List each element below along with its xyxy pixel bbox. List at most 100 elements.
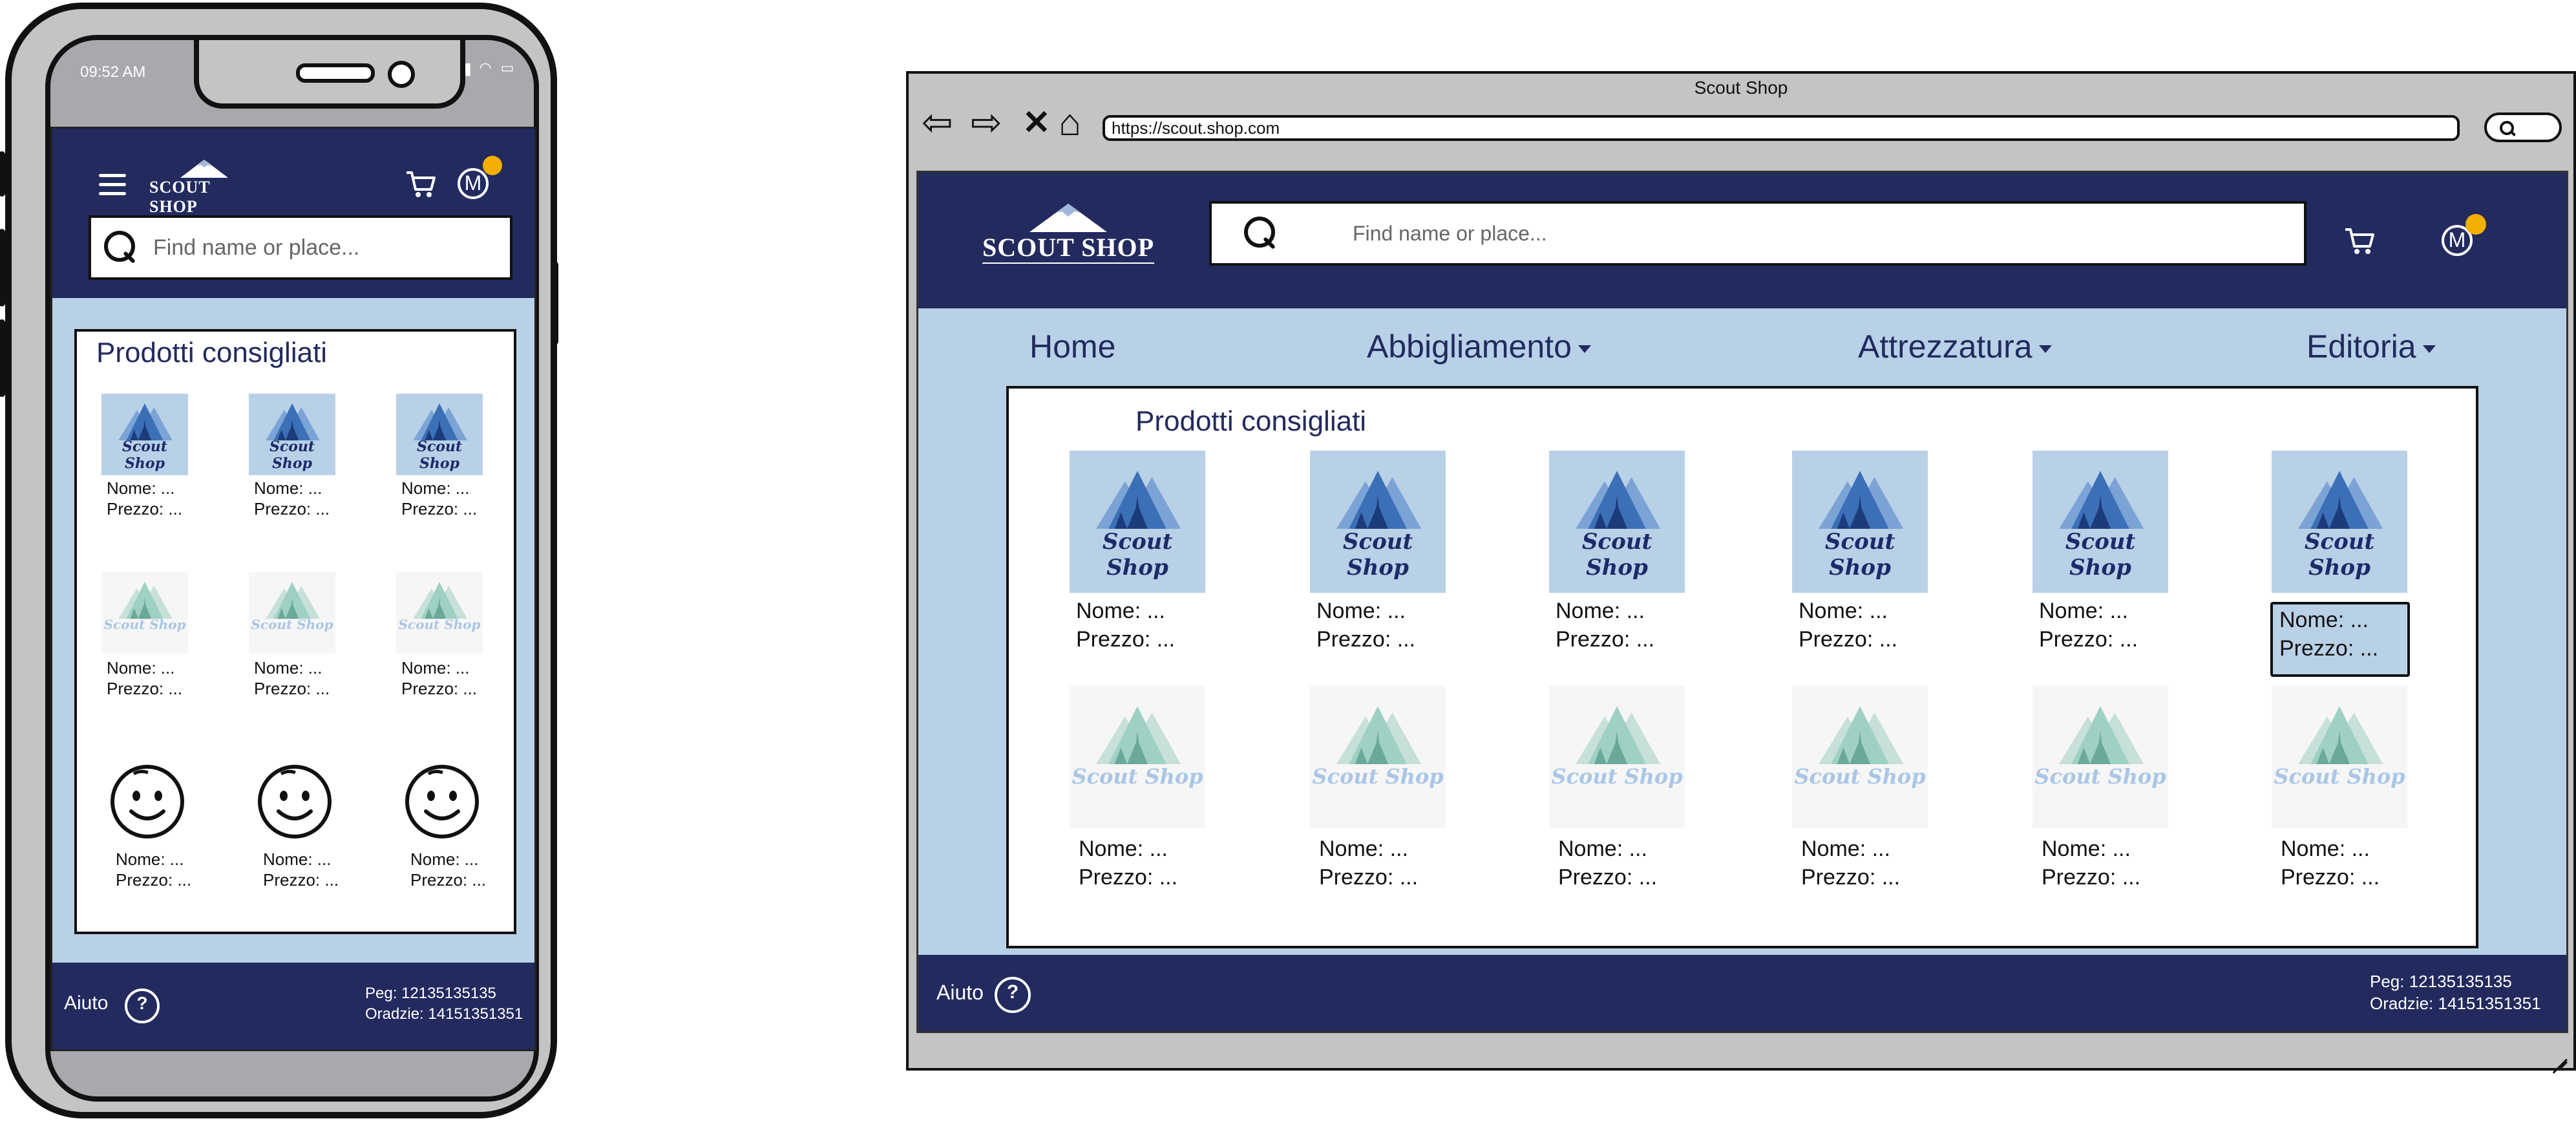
product-info[interactable]: Nome: ... Prezzo: ...: [116, 849, 191, 890]
hamburger-icon[interactable]: [99, 174, 126, 196]
resize-handle[interactable]: [2550, 1046, 2568, 1074]
product-image[interactable]: Scout Shop: [1070, 686, 1205, 828]
cart-icon[interactable]: [405, 169, 436, 198]
product-info[interactable]: Nome: ... Prezzo: ...: [107, 478, 182, 519]
product-info[interactable]: Nome: ... Prezzo: ...: [1558, 835, 1657, 891]
contact-peg: Peg: 12135135135: [365, 985, 496, 1002]
browser-search-field[interactable]: [2484, 112, 2562, 142]
nav-home[interactable]: Home: [1029, 328, 1115, 365]
product-name: Nome: ...: [116, 849, 184, 869]
product-image[interactable]: Scout Shop: [2032, 686, 2168, 828]
nav-attrezzatura[interactable]: Attrezzatura: [1858, 328, 2052, 365]
product-image[interactable]: Scout Shop: [2272, 451, 2407, 593]
product-name: Nome: ...: [2281, 837, 2370, 861]
product-info[interactable]: Nome: ... Prezzo: ...: [1801, 835, 1900, 891]
product-image[interactable]: Scout Shop: [1549, 686, 1685, 828]
close-icon[interactable]: ✕: [1022, 103, 1051, 142]
product-name: Nome: ...: [1319, 837, 1408, 861]
front-camera: [388, 61, 415, 88]
product-image[interactable]: Scout Shop: [1792, 686, 1928, 828]
product-image[interactable]: Scout Shop: [249, 572, 335, 654]
product-info[interactable]: Nome: ... Prezzo: ...: [1319, 835, 1418, 891]
product-image[interactable]: Scout Shop: [1070, 451, 1205, 593]
cart-icon[interactable]: [2344, 226, 2375, 255]
product-price: Prezzo: ...: [2281, 865, 2380, 890]
phone-volume-up-button: [0, 229, 5, 306]
home-icon[interactable]: ⌂: [1059, 103, 1081, 142]
product-info[interactable]: Nome: ... Prezzo: ...: [1316, 597, 1415, 654]
search-input[interactable]: Find name or place...: [153, 235, 359, 261]
product-image[interactable]: Scout Shop: [2032, 451, 2168, 593]
product-price: Prezzo: ...: [401, 499, 478, 518]
avatar-letter: M: [464, 171, 482, 195]
product-info[interactable]: Nome: ... Prezzo: ...: [107, 657, 182, 699]
product-info[interactable]: Nome: ... Prezzo: ...: [401, 478, 477, 519]
phone-footer: Aiuto ? Peg: 12135135135 Oradzie: 141513…: [52, 963, 534, 1049]
product-info[interactable]: Nome: ... Prezzo: ...: [2042, 835, 2140, 891]
product-image[interactable]: Scout Shop: [396, 394, 483, 475]
product-brand: Scout Shop: [1794, 764, 1926, 789]
product-image[interactable]: Scout Shop: [249, 394, 335, 475]
product-image[interactable]: Scout Shop: [101, 394, 188, 475]
url-bar[interactable]: https://scout.shop.com: [1103, 115, 2460, 141]
forward-arrow-icon[interactable]: ⇨: [971, 103, 1002, 142]
product-brand: Scout Shop: [2065, 529, 2136, 581]
section-title: Prodotti consigliati: [96, 337, 328, 368]
notification-badge: [2465, 214, 2486, 235]
phone-volume-down-button: [0, 319, 5, 397]
logo[interactable]: SCOUT SHOP: [149, 160, 259, 218]
product-info[interactable]: Nome: ... Prezzo: ...: [1556, 597, 1654, 654]
search-icon: [101, 228, 140, 267]
phone-power-button: [551, 261, 558, 345]
smiley-icon[interactable]: [403, 762, 481, 844]
product-info[interactable]: Nome: ... Prezzo: ...: [2279, 606, 2378, 663]
product-info[interactable]: Nome: ... Prezzo: ...: [254, 657, 330, 699]
search-bar[interactable]: Find name or place...: [1209, 201, 2307, 266]
product-name: Nome: ...: [254, 658, 322, 678]
help-icon[interactable]: ?: [125, 988, 160, 1023]
product-info[interactable]: Nome: ... Prezzo: ...: [1079, 835, 1177, 891]
product-image[interactable]: Scout Shop: [1549, 451, 1685, 593]
nav-abbigliamento[interactable]: Abbigliamento: [1367, 328, 1591, 365]
product-info[interactable]: Nome: ... Prezzo: ...: [1076, 597, 1175, 654]
help-icon[interactable]: ?: [995, 977, 1031, 1013]
product-brand: Scout Shop: [2034, 764, 2166, 789]
logo[interactable]: SCOUT SHOP: [978, 204, 1159, 264]
product-info[interactable]: Nome: ... Prezzo: ...: [2281, 835, 2380, 891]
search-bar[interactable]: Find name or place...: [89, 215, 512, 280]
product-price: Prezzo: ...: [1801, 865, 1901, 890]
mountain-logo-icon: [1029, 204, 1107, 232]
product-info[interactable]: Nome: ... Prezzo: ...: [263, 849, 339, 890]
help-link[interactable]: Aiuto: [936, 981, 984, 1005]
product-info[interactable]: Nome: ... Prezzo: ...: [254, 478, 330, 519]
nav-attrezzatura-label: Attrezzatura: [1858, 328, 2032, 365]
recommended-products-panel: Prodotti consigliati Scout Shop Nome: ...…: [1006, 386, 2478, 948]
product-image[interactable]: Scout Shop: [396, 572, 483, 654]
product-image[interactable]: Scout Shop: [1310, 451, 1446, 593]
product-info[interactable]: Nome: ... Prezzo: ...: [410, 849, 486, 890]
product-image[interactable]: Scout Shop: [1792, 451, 1928, 593]
product-image[interactable]: Scout Shop: [1310, 686, 1446, 828]
product-name: Nome: ...: [1076, 599, 1165, 623]
product-image[interactable]: Scout Shop: [2272, 686, 2407, 828]
product-price: Prezzo: ...: [1556, 627, 1655, 652]
product-name: Nome: ...: [2042, 837, 2131, 861]
smiley-icon[interactable]: [255, 762, 334, 844]
avatar-icon[interactable]: M: [456, 156, 502, 201]
product-price: Prezzo: ...: [116, 870, 192, 890]
back-arrow-icon[interactable]: ⇦: [922, 103, 953, 142]
smiley-icon[interactable]: [108, 762, 187, 844]
mountain-logo-icon: [180, 160, 228, 178]
product-image[interactable]: Scout Shop: [101, 572, 188, 654]
product-brand: Scout Shop: [1312, 764, 1444, 789]
product-price: Prezzo: ...: [254, 679, 330, 698]
product-info[interactable]: Nome: ... Prezzo: ...: [401, 657, 477, 699]
product-info[interactable]: Nome: ... Prezzo: ...: [2039, 597, 2138, 654]
avatar-icon[interactable]: M: [2440, 214, 2486, 258]
search-input[interactable]: Find name or place...: [1353, 222, 1547, 246]
nav-editoria[interactable]: Editoria: [2307, 328, 2436, 365]
chevron-down-icon: [1578, 345, 1591, 353]
product-price: Prezzo: ...: [1079, 865, 1178, 890]
help-link[interactable]: Aiuto: [64, 992, 108, 1014]
product-info[interactable]: Nome: ... Prezzo: ...: [1799, 597, 1897, 654]
